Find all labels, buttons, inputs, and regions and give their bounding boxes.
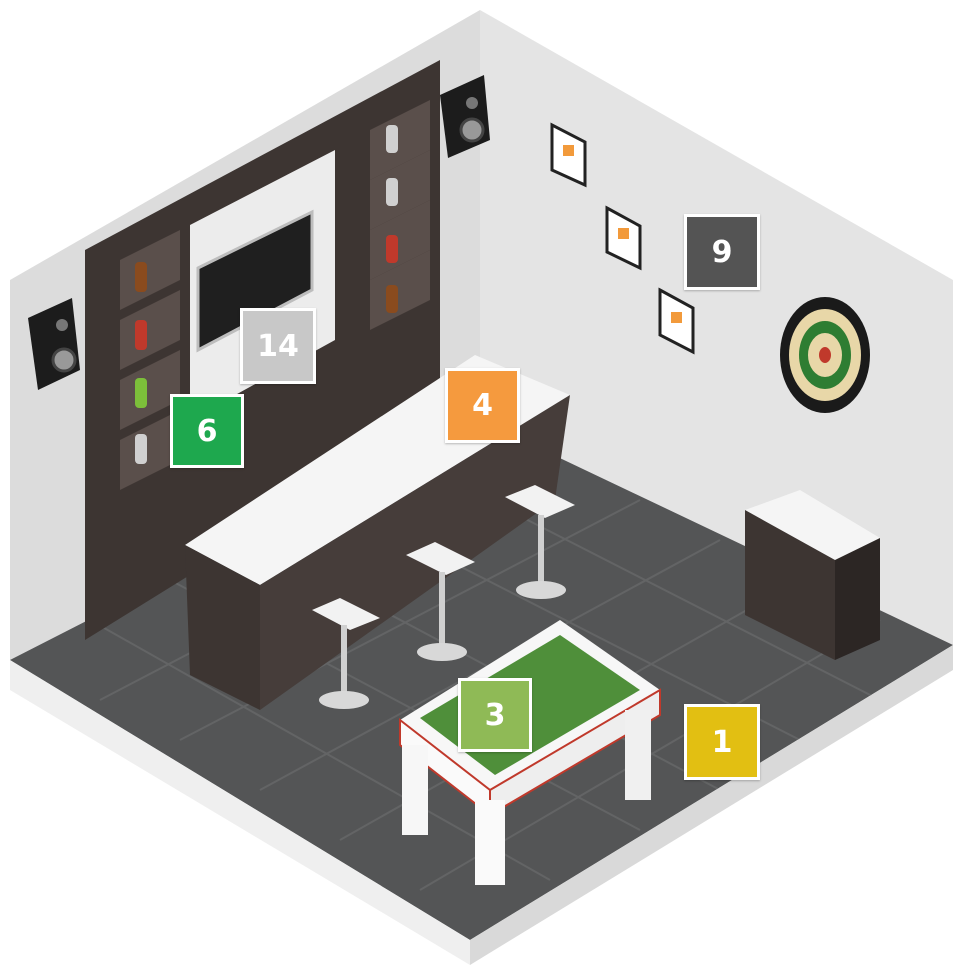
badge-1: 1 [684,704,760,780]
badge-3: 3 [458,678,532,752]
right-shelves [370,100,430,330]
badge-9: 9 [684,214,760,290]
game-room-illustration [10,10,953,965]
isometric-game-room: 14 6 4 9 3 1 [0,0,953,968]
badge-4: 4 [445,368,520,443]
badge-6: 6 [170,394,244,468]
badge-14: 14 [240,308,316,384]
dartboard-icon [780,297,870,413]
